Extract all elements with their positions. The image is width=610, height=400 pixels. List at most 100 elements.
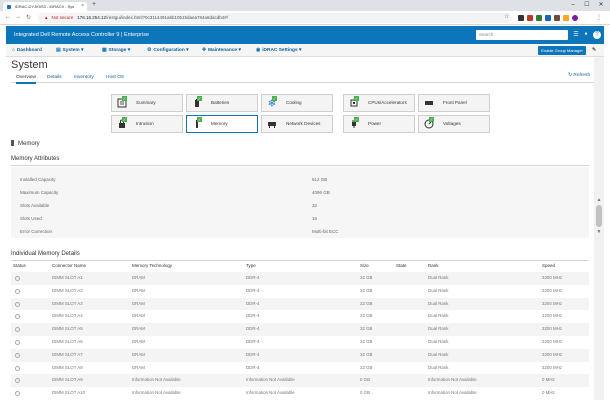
- table-row: DIMM SLOT A2 DRAM DDR-4 32 GB Dual Rank 3200 …: [11, 285, 589, 298]
- forward-icon[interactable]: →: [15, 14, 21, 20]
- user-icon[interactable]: ●: [582, 31, 590, 37]
- tile-front-panel[interactable]: Front Panel: [418, 94, 490, 112]
- chevron-down-icon: ▾: [186, 48, 189, 53]
- extension-icon[interactable]: [545, 15, 551, 21]
- tab-close-icon[interactable]: ×: [81, 2, 84, 11]
- table-cell-rank: Dual Rank: [428, 287, 449, 293]
- table-row: DIMM SLOT A5 DRAM DDR-4 32 GB Dual Rank 3200 …: [11, 323, 589, 336]
- tile-power[interactable]: ✓ Power: [343, 115, 415, 133]
- table-row: DIMM SLOT A7 DRAM DDR-4 32 GB Dual Rank 3200 …: [11, 348, 589, 362]
- menu-idrac-settings-label: iDRAC Settings: [262, 48, 298, 53]
- menu-configuration[interactable]: ⚙ Configuration ▾: [147, 44, 189, 57]
- tile-cooling[interactable]: ❄ ✓ Cooling: [261, 94, 333, 112]
- tab-overview[interactable]: Overview: [16, 74, 36, 84]
- tab-details[interactable]: Details: [47, 74, 62, 82]
- table-cell-rank: Information Not Available: [428, 377, 477, 383]
- main-menu: ⌂ Dashboard ▤ System ▾ ▦ Storage ▾ ⚙ Configu…: [6, 44, 604, 57]
- table-cell-type: DDR-4: [246, 364, 260, 370]
- extension-icon[interactable]: [563, 15, 569, 21]
- menu-system-label: System: [62, 48, 80, 53]
- table-cell-size: 32 GB: [360, 300, 373, 306]
- status-unknown-icon: [15, 391, 20, 397]
- attr-value: 16: [312, 216, 318, 221]
- extension-icon[interactable]: [518, 15, 524, 21]
- help-icon[interactable]: ?: [593, 31, 601, 39]
- browser-menu-icon[interactable]: ⋮: [596, 14, 602, 21]
- scroll-up-icon[interactable]: ▲: [594, 197, 604, 203]
- address-bar[interactable]: ▲ Not secure 176.16.254.12/restgui/index.h…: [38, 13, 512, 23]
- column-header[interactable]: Size: [360, 263, 369, 268]
- tile-memory[interactable]: ✓ Memory: [186, 115, 258, 133]
- extension-icon[interactable]: [536, 15, 542, 21]
- attr-value: Multi-bit ECC: [312, 229, 339, 234]
- column-header[interactable]: State: [396, 263, 407, 268]
- column-header[interactable]: Connector Name: [52, 263, 86, 268]
- table-cell-name: DIMM SLOT A8: [52, 364, 83, 370]
- enable-group-manager-button[interactable]: Enable Group Manager: [538, 46, 586, 55]
- column-header[interactable]: Type: [246, 263, 256, 268]
- menu-idrac-settings[interactable]: ◉ iDRAC Settings ▾: [256, 44, 301, 57]
- wrench-icon: ✚: [202, 48, 207, 53]
- reload-icon[interactable]: ↻: [26, 14, 31, 21]
- column-header[interactable]: Memory Technology: [132, 263, 172, 268]
- column-header[interactable]: Rank: [428, 263, 439, 268]
- url-host: 176.16.254.12: [77, 15, 107, 20]
- table-cell-tech: DRAM: [132, 339, 145, 344]
- product-title: Integrated Dell Remote Access Controller…: [14, 32, 150, 38]
- maximize-icon[interactable]: ☐: [580, 0, 594, 10]
- browser-tab[interactable]: iDRAC-DYJK9S3 - iDRAC9 - Sys ×: [3, 2, 87, 11]
- new-tab-icon[interactable]: +: [92, 1, 96, 8]
- bookmark-star-icon[interactable]: ☆: [504, 13, 509, 20]
- tab-inventory[interactable]: Inventory: [74, 74, 94, 82]
- tile-voltages[interactable]: ✓ Voltages: [418, 115, 490, 133]
- tile-intrusion[interactable]: ✓ Intrusion: [111, 115, 183, 133]
- table-cell-rank: Dual Rank: [428, 351, 449, 357]
- table-cell-tech: DRAM: [132, 275, 145, 280]
- table-cell-tech: DRAM: [132, 313, 145, 319]
- minimize-icon[interactable]: –: [566, 0, 580, 10]
- extension-icon[interactable]: [527, 15, 533, 21]
- tile-network-devices[interactable]: Network Devices: [261, 115, 333, 133]
- pin-icon[interactable]: ✎: [592, 44, 596, 57]
- tile-label: Power: [368, 121, 382, 126]
- tile-summary[interactable]: ✓ Summary: [111, 94, 183, 112]
- search-input[interactable]: Search: [476, 30, 568, 40]
- table-cell-tech: DRAM: [132, 300, 145, 306]
- back-icon[interactable]: ←: [5, 14, 11, 20]
- menu-storage[interactable]: ▦ Storage ▾: [102, 44, 130, 57]
- jobs-icon[interactable]: ☰: [572, 31, 580, 38]
- idrac-settings-icon: ◉: [256, 48, 261, 53]
- menu-maintenance-label: Maintenance: [208, 48, 238, 53]
- menu-maintenance[interactable]: ✚ Maintenance ▾: [202, 44, 241, 57]
- menu-system[interactable]: ▤ System ▾: [56, 44, 83, 57]
- status-unknown-icon: [15, 301, 20, 307]
- tile-batteries[interactable]: ✓ Batteries: [186, 94, 258, 112]
- extension-icon[interactable]: [554, 15, 560, 21]
- table-row: DIMM SLOT A9 Information Not Available Inf…: [11, 374, 589, 388]
- chevron-down-icon: ▾: [80, 48, 84, 53]
- table-cell-speed: 3200 MHz: [542, 364, 563, 370]
- tile-label: Network Devices: [286, 121, 321, 126]
- memory-details-title: Individual Memory Details: [11, 251, 80, 257]
- window-close-icon[interactable]: ✕: [594, 0, 608, 10]
- tab-host-os[interactable]: Host OS: [106, 74, 124, 82]
- column-header[interactable]: Status: [13, 263, 26, 268]
- scrollbar-thumb[interactable]: [596, 205, 602, 227]
- tile-label: Cooling: [286, 100, 302, 105]
- profile-avatar[interactable]: [572, 15, 578, 21]
- menu-dashboard[interactable]: ⌂ Dashboard: [12, 44, 42, 57]
- chevron-down-icon: ▾: [238, 48, 241, 53]
- table-cell-name: DIMM SLOT A3: [52, 300, 83, 306]
- scroll-down-icon[interactable]: ▼: [594, 229, 604, 235]
- status-unknown-icon: [15, 340, 20, 345]
- column-header[interactable]: Speed: [542, 263, 555, 268]
- table-cell-type: DDR-4: [246, 351, 260, 357]
- table-cell-speed: 0 MHz: [542, 377, 555, 383]
- main-content: System Overview Details Inventory Host O…: [6, 57, 594, 400]
- tile-cpus[interactable]: ✓ CPUs/Accelerators: [343, 94, 415, 112]
- refresh-button[interactable]: ↻ Refresh: [568, 73, 590, 78]
- table-cell-size: 32 GB: [360, 287, 373, 293]
- idrac-favicon-icon: [7, 5, 11, 9]
- page-tabs: Overview Details Inventory Host OS: [11, 74, 594, 84]
- vertical-scrollbar[interactable]: ▲ ▼: [594, 57, 604, 400]
